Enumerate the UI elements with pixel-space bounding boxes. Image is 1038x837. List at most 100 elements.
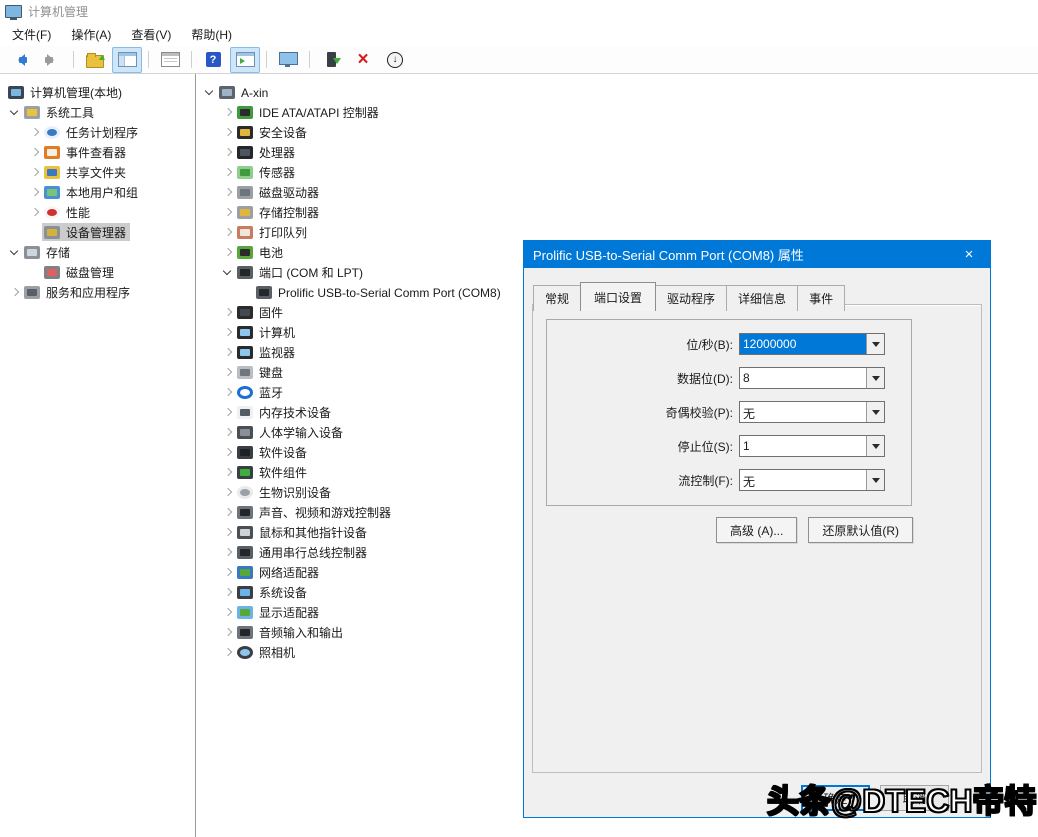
chevron-right-icon[interactable] [221, 645, 235, 659]
menu-help[interactable]: 帮助(H) [181, 22, 242, 47]
data-bits-combobox[interactable]: 8 [739, 367, 885, 389]
back-button[interactable] [5, 47, 35, 73]
device-item[interactable]: 磁盘驱动器 [196, 182, 1038, 202]
update-driver-button[interactable] [316, 47, 346, 73]
uninstall-device-button[interactable]: × [348, 47, 378, 73]
parity-combobox[interactable]: 无 [739, 401, 885, 423]
device-item[interactable]: 打印队列 [196, 222, 1038, 242]
dropdown-arrow-icon[interactable] [866, 402, 884, 422]
dropdown-arrow-icon[interactable] [866, 334, 884, 354]
chevron-down-icon[interactable] [221, 265, 235, 279]
chevron-right-icon[interactable] [221, 605, 235, 619]
chevron-right-icon[interactable] [221, 425, 235, 439]
menu-view[interactable]: 查看(V) [121, 22, 181, 47]
sidebar-item[interactable]: 设备管理器 [0, 222, 195, 242]
flow-control-combobox[interactable]: 无 [739, 469, 885, 491]
dropdown-arrow-icon[interactable] [866, 470, 884, 490]
device-item[interactable]: 处理器 [196, 142, 1038, 162]
baud-rate-combobox[interactable]: 12000000 [739, 333, 885, 355]
chevron-right-icon[interactable] [28, 205, 42, 219]
cancel-button[interactable]: 取消 [880, 785, 949, 811]
chevron-right-icon[interactable] [221, 145, 235, 159]
chevron-right-icon[interactable] [221, 125, 235, 139]
chevron-right-icon[interactable] [221, 485, 235, 499]
sidebar-item[interactable]: 服务和应用程序 [0, 282, 195, 302]
up-folder-button[interactable] [80, 47, 110, 73]
chevron-down-icon[interactable] [8, 245, 22, 259]
chevron-right-icon[interactable] [8, 285, 22, 299]
sidebar-item[interactable]: 任务计划程序 [0, 122, 195, 142]
sidebar-item[interactable]: 存储 [0, 242, 195, 262]
device-item[interactable]: IDE ATA/ATAPI 控制器 [196, 102, 1038, 122]
chevron-right-icon[interactable] [221, 565, 235, 579]
chevron-right-icon[interactable] [221, 345, 235, 359]
dropdown-arrow-icon[interactable] [866, 368, 884, 388]
data-bits-row: 数据位(D):8 [547, 367, 911, 389]
help-button[interactable]: ? [198, 47, 228, 73]
chevron-right-icon[interactable] [221, 305, 235, 319]
chevron-down-icon[interactable] [203, 85, 217, 99]
tab-port-settings[interactable]: 端口设置 [580, 282, 656, 311]
chevron-right-icon[interactable] [221, 445, 235, 459]
properties-button[interactable] [155, 47, 185, 73]
chevron-right-icon[interactable] [28, 125, 42, 139]
chevron-right-icon[interactable] [221, 205, 235, 219]
device-item[interactable]: 存储控制器 [196, 202, 1038, 222]
audio-io-icon [237, 626, 253, 639]
tab-general[interactable]: 常规 [533, 285, 581, 311]
chevron-right-icon[interactable] [28, 145, 42, 159]
console-tree-toggle[interactable] [112, 47, 142, 73]
device-item[interactable]: A-xin [196, 82, 1038, 102]
chevron-right-icon[interactable] [221, 165, 235, 179]
chevron-right-icon[interactable] [221, 545, 235, 559]
chevron-right-icon[interactable] [221, 105, 235, 119]
tab-events[interactable]: 事件 [797, 285, 845, 311]
sidebar-item[interactable]: 性能 [0, 202, 195, 222]
sidebar-item[interactable]: 共享文件夹 [0, 162, 195, 182]
tab-details[interactable]: 详细信息 [726, 285, 798, 311]
device-item-label: 人体学输入设备 [259, 423, 343, 441]
chevron-right-icon[interactable] [221, 225, 235, 239]
close-icon[interactable]: × [948, 241, 990, 268]
menu-action[interactable]: 操作(A) [61, 22, 121, 47]
device-item[interactable]: 安全设备 [196, 122, 1038, 142]
chevron-right-icon[interactable] [221, 365, 235, 379]
device-item-body: 生物识别设备 [235, 483, 335, 501]
chevron-right-icon[interactable] [221, 185, 235, 199]
device-item[interactable]: 传感器 [196, 162, 1038, 182]
chevron-right-icon[interactable] [221, 245, 235, 259]
sidebar-item[interactable]: 事件查看器 [0, 142, 195, 162]
chevron-right-icon[interactable] [221, 525, 235, 539]
action-pane-toggle[interactable] [230, 47, 260, 73]
sidebar-item[interactable]: 本地用户和组 [0, 182, 195, 202]
ok-button[interactable]: 确定 [801, 785, 870, 811]
chevron-right-icon[interactable] [221, 385, 235, 399]
chevron-right-icon[interactable] [221, 625, 235, 639]
flow-control-label: 流控制(F): [547, 472, 739, 489]
sidebar-item[interactable]: 磁盘管理 [0, 262, 195, 282]
advanced-button[interactable]: 高级 (A)... [716, 517, 797, 543]
chevron-right-icon[interactable] [221, 465, 235, 479]
chevron-right-icon[interactable] [28, 185, 42, 199]
device-item-body: 音频输入和输出 [235, 623, 347, 641]
dropdown-arrow-icon[interactable] [866, 436, 884, 456]
forward-button[interactable] [37, 47, 67, 73]
printer-icon [237, 226, 253, 239]
chevron-right-icon[interactable] [221, 585, 235, 599]
restore-defaults-button[interactable]: 还原默认值(R) [808, 517, 913, 543]
scan-hardware-button[interactable]: ↓ [380, 47, 410, 73]
baud-rate-row: 位/秒(B):12000000 [547, 333, 911, 355]
chevron-right-icon[interactable] [221, 325, 235, 339]
chevron-right-icon[interactable] [28, 165, 42, 179]
stop-bits-combobox[interactable]: 1 [739, 435, 885, 457]
chevron-right-icon[interactable] [221, 405, 235, 419]
sidebar-item[interactable]: 计算机管理(本地) [0, 82, 195, 102]
device-item-body: 磁盘驱动器 [235, 183, 323, 201]
sidebar-item[interactable]: 系统工具 [0, 102, 195, 122]
remote-computer-button[interactable] [273, 47, 303, 73]
tab-driver[interactable]: 驱动程序 [655, 285, 727, 311]
chevron-down-icon[interactable] [8, 105, 22, 119]
device-item-label: 照相机 [259, 643, 295, 661]
chevron-right-icon[interactable] [221, 505, 235, 519]
menu-file[interactable]: 文件(F) [2, 22, 61, 47]
